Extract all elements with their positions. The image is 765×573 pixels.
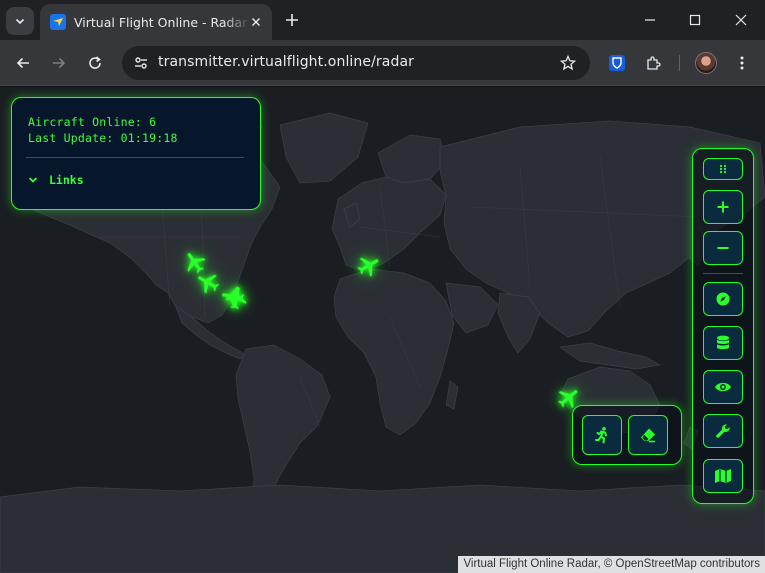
browser-toolbar: transmitter.virtualflight.online/radar (0, 40, 765, 86)
back-button[interactable] (11, 51, 35, 75)
plus-icon (286, 14, 298, 26)
eraser-icon (641, 428, 655, 443)
settings-button[interactable] (703, 414, 743, 448)
arrow-right-icon (53, 57, 66, 69)
tune-icon (135, 57, 147, 69)
more-vertical-icon (740, 56, 744, 70)
close-icon (735, 14, 747, 26)
map-layers-button[interactable] (703, 459, 743, 493)
tab-close-button[interactable] (248, 14, 264, 30)
reload-button[interactable] (83, 51, 107, 75)
panel-drag-handle[interactable] (703, 158, 743, 180)
maximize-window-button[interactable] (683, 8, 707, 32)
tool-panel (572, 405, 682, 465)
close-window-button[interactable] (729, 8, 753, 32)
map-attribution: Virtual Flight Online Radar, © OpenStree… (458, 556, 765, 573)
chevron-down-icon (15, 18, 25, 25)
site-info-button[interactable] (130, 52, 152, 74)
new-tab-button[interactable] (282, 10, 302, 30)
links-label: Links (49, 173, 84, 187)
toolbar-divider (679, 55, 680, 71)
aircraft-online-count: Aircraft Online: 6 (28, 115, 157, 129)
minimize-window-button[interactable] (638, 8, 662, 32)
close-icon (252, 18, 260, 26)
maximize-icon (689, 14, 701, 26)
arrow-left-icon (16, 57, 29, 69)
tab-title: Virtual Flight Online - Radar Display (74, 14, 250, 30)
flight-info-panel: Aircraft Online: 6 Last Update: 01:19:18… (11, 97, 261, 210)
info-divider (26, 157, 244, 158)
plus-icon (717, 201, 729, 213)
minimize-icon (645, 19, 655, 21)
grip-dots-icon (719, 164, 727, 174)
running-person-icon (595, 427, 607, 444)
url-text: transmitter.virtualflight.online/radar (158, 54, 414, 70)
radar-map[interactable]: Aircraft Online: 6 Last Update: 01:19:18… (0, 87, 765, 573)
last-update-time: Last Update: 01:19:18 (28, 131, 178, 145)
zoom-in-button[interactable] (703, 190, 743, 224)
database-button[interactable] (703, 326, 743, 360)
forward-button[interactable] (47, 51, 71, 75)
map-icon (715, 469, 731, 483)
shield-icon (609, 55, 625, 71)
paper-plane-icon (53, 18, 63, 26)
control-divider (703, 273, 743, 274)
extensions-button[interactable] (641, 51, 665, 75)
chevron-down-icon (26, 173, 40, 187)
database-icon (717, 335, 729, 350)
map-control-panel (692, 148, 754, 504)
clear-trails-button[interactable] (628, 415, 668, 455)
minus-icon (717, 247, 729, 249)
browser-tab-strip: Virtual Flight Online - Radar Display (0, 0, 765, 40)
profile-avatar[interactable] (695, 52, 717, 74)
compass-icon (716, 292, 730, 306)
bitwarden-extension-button[interactable] (605, 51, 629, 75)
browser-menu-button[interactable] (730, 51, 754, 75)
wrench-icon (716, 424, 730, 438)
star-icon (560, 55, 576, 71)
browser-tab-active[interactable]: Virtual Flight Online - Radar Display (40, 4, 272, 40)
site-favicon (50, 14, 66, 30)
links-toggle[interactable]: Links (26, 173, 84, 187)
puzzle-icon (647, 56, 661, 70)
aircraft-marker[interactable] (222, 283, 252, 313)
eye-icon (715, 382, 731, 392)
tab-search-button[interactable] (6, 7, 34, 35)
address-bar[interactable]: transmitter.virtualflight.online/radar (122, 46, 590, 80)
reload-icon (89, 56, 101, 69)
zoom-out-button[interactable] (703, 231, 743, 265)
compass-button[interactable] (703, 282, 743, 316)
bookmark-button[interactable] (558, 53, 578, 73)
visibility-toggle-button[interactable] (703, 370, 743, 404)
follow-aircraft-button[interactable] (582, 415, 622, 455)
